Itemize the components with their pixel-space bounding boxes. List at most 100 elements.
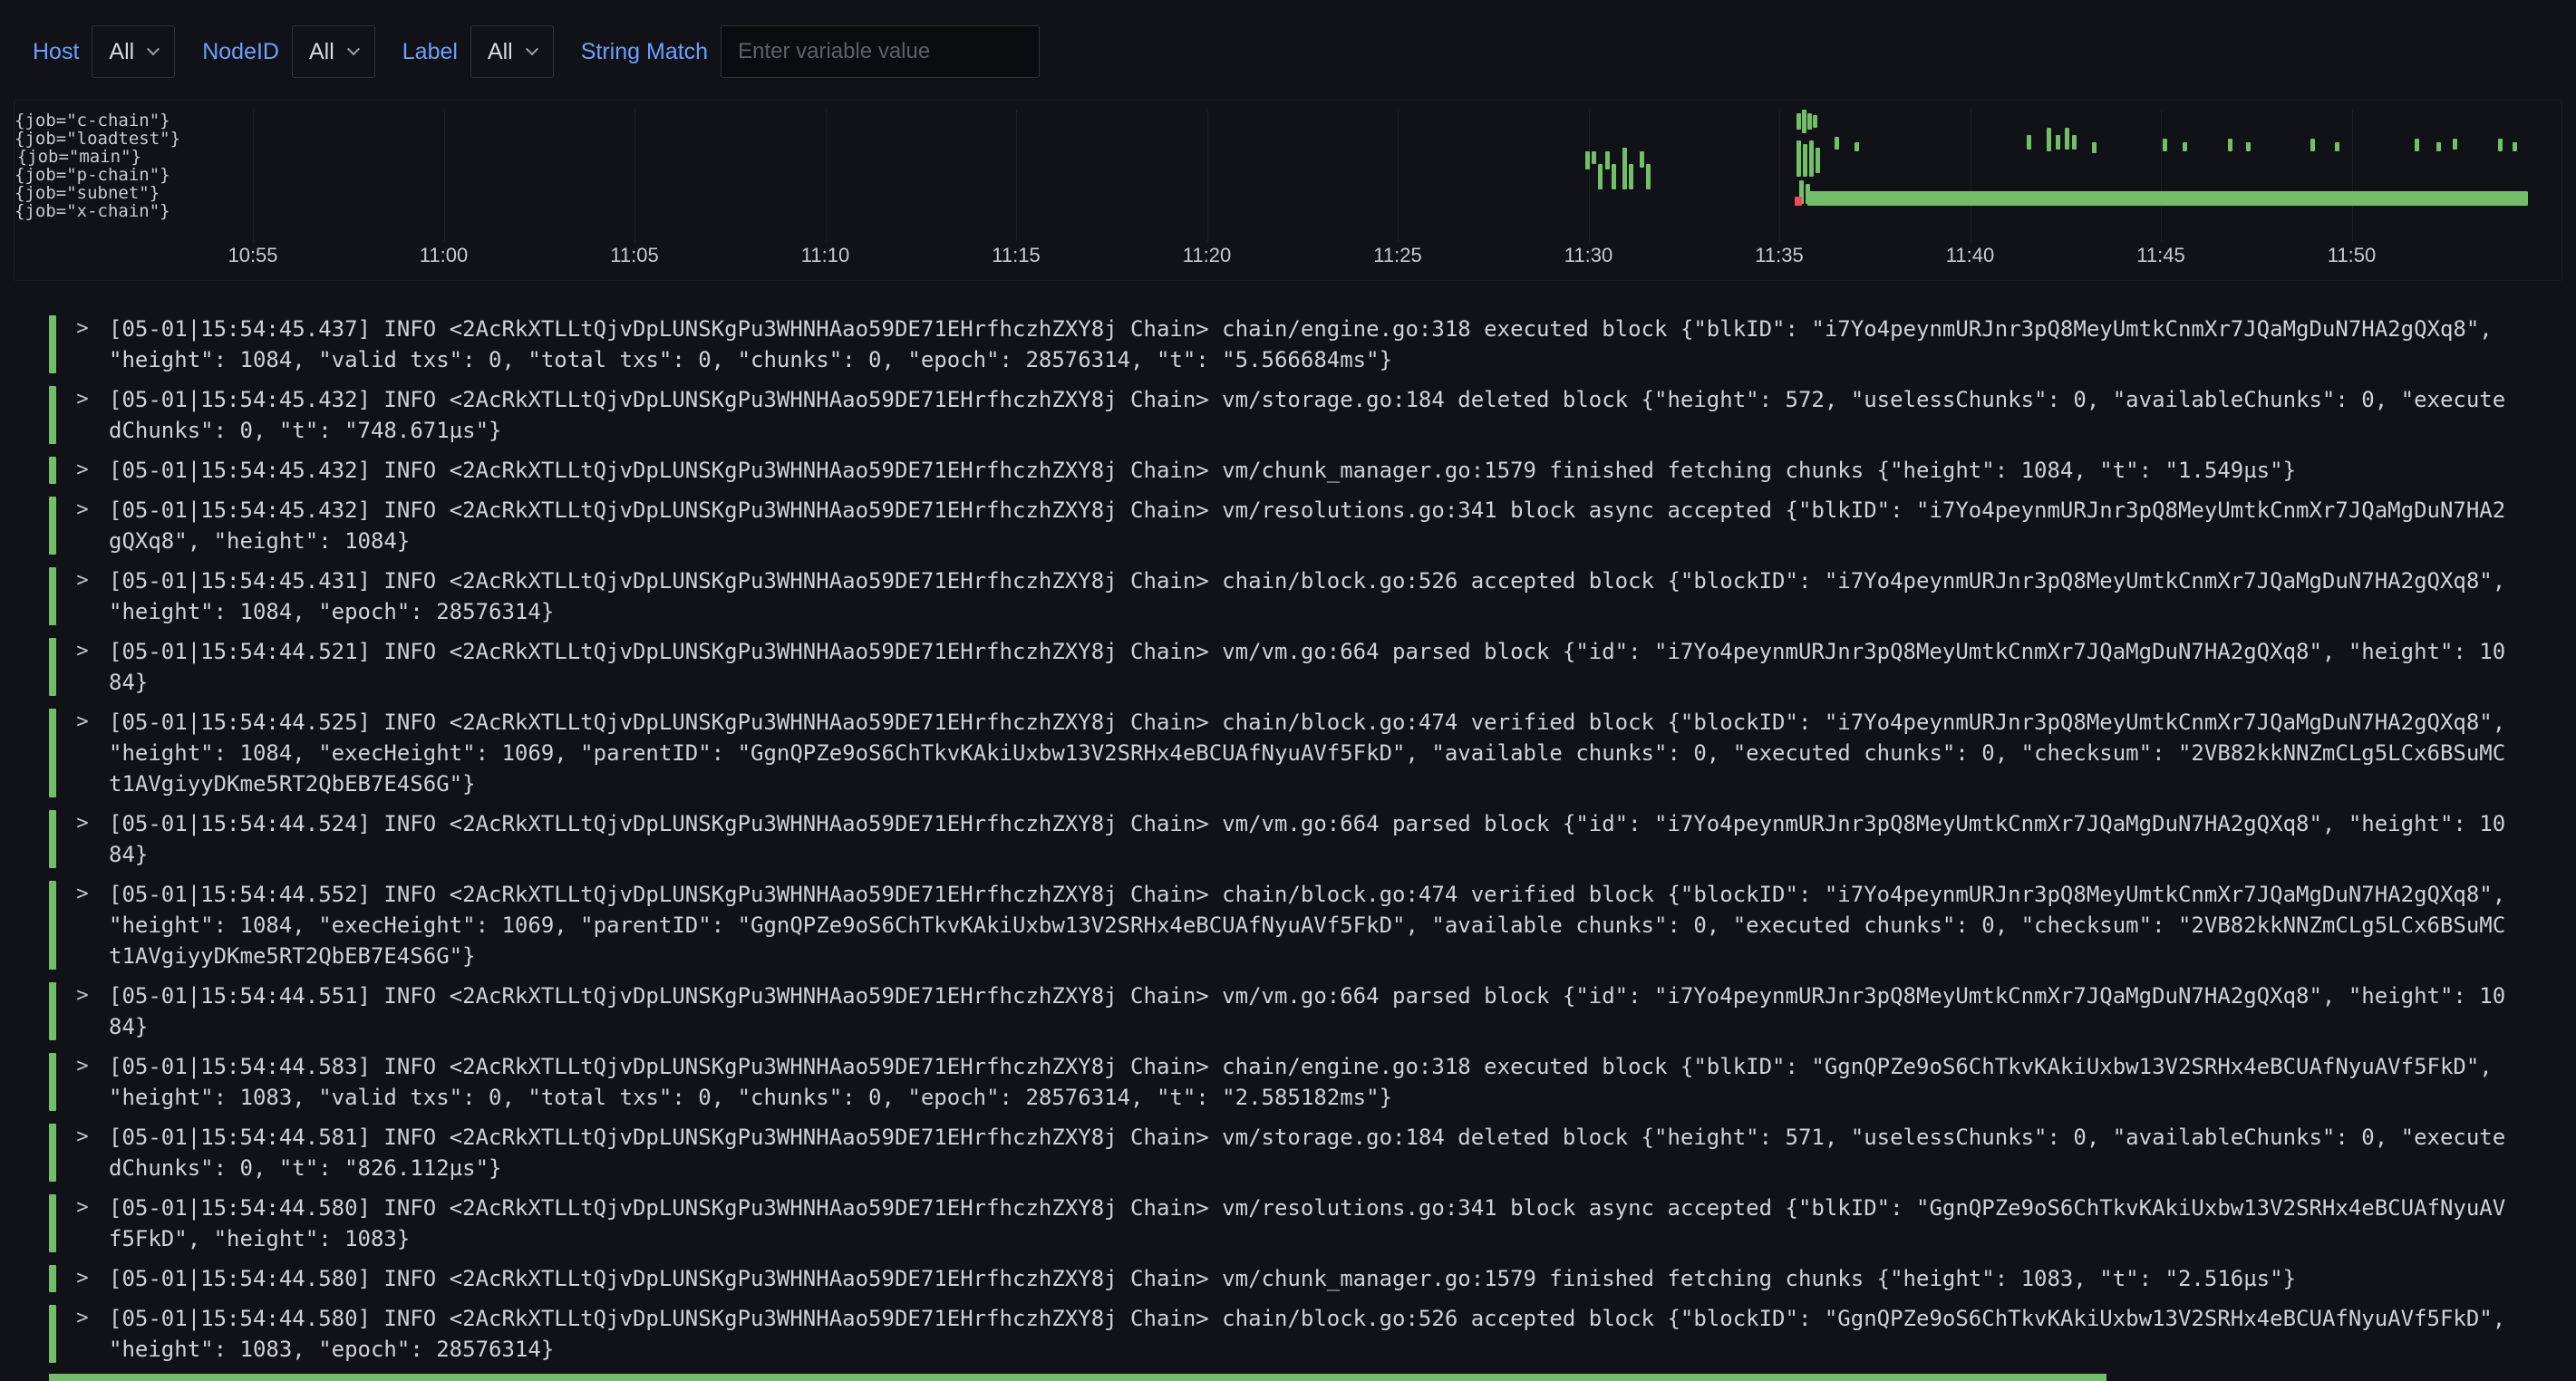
log-level-indicator	[49, 1194, 56, 1252]
log-row[interactable]: > [05-01|15:54:44.525] INFO <2AcRkXTLLtQ…	[49, 707, 2543, 799]
x-axis-tick-label: 11:15	[992, 244, 1040, 267]
expand-chevron-icon[interactable]: >	[56, 1303, 109, 1365]
log-row[interactable]: > [05-01|15:54:45.432] INFO <2AcRkXTLLtQ…	[49, 384, 2543, 446]
expand-chevron-icon[interactable]: >	[56, 707, 109, 799]
label-filter-value: All	[488, 39, 513, 65]
x-axis-tick-label: 11:20	[1183, 244, 1231, 267]
x-axis-tick-label: 11:40	[1946, 244, 1994, 267]
log-line-text: [05-01|15:54:44.525] INFO <2AcRkXTLLtQjv…	[109, 707, 2511, 799]
volume-plot[interactable]: 10:5511:0011:0511:1011:1511:2011:2511:30…	[150, 110, 2552, 237]
filter-group-host: Host All	[33, 25, 175, 78]
log-row[interactable]: > [05-01|15:54:44.580] INFO <2AcRkXTLLtQ…	[49, 1263, 2543, 1294]
gridline	[1207, 110, 1208, 242]
volume-bar	[1809, 140, 1814, 177]
filter-group-nodeid: NodeID All	[202, 25, 375, 78]
volume-bar	[1807, 191, 2528, 206]
expand-chevron-icon[interactable]: >	[56, 1263, 109, 1294]
host-filter-dropdown[interactable]: All	[92, 25, 175, 78]
series-label[interactable]: {job="x-chain"}	[15, 202, 141, 220]
log-level-indicator	[49, 881, 56, 970]
volume-bar	[2163, 139, 2167, 151]
series-label[interactable]: {job="subnet"}	[15, 184, 141, 202]
gridline	[444, 110, 445, 242]
series-label[interactable]: {job="p-chain"}	[15, 166, 141, 184]
log-line-text: [05-01|15:54:45.432] INFO <2AcRkXTLLtQjv…	[109, 455, 2511, 486]
expand-chevron-icon[interactable]: >	[56, 808, 109, 870]
chevron-down-icon	[526, 43, 538, 55]
label-filter-dropdown[interactable]: All	[470, 25, 554, 78]
log-line-text: [05-01|15:54:44.581] INFO <2AcRkXTLLtQjv…	[109, 1122, 2511, 1183]
log-line-text: [05-01|15:54:44.552] INFO <2AcRkXTLLtQjv…	[109, 879, 2511, 971]
log-row[interactable]: > [05-01|15:54:44.524] INFO <2AcRkXTLLtQ…	[49, 808, 2543, 870]
x-axis-tick-label: 11:45	[2136, 244, 2184, 267]
volume-bar	[2310, 139, 2315, 151]
log-level-indicator	[49, 982, 56, 1040]
variable-bar: Host All NodeID All Label All String Mat…	[0, 0, 2576, 100]
expand-chevron-icon[interactable]: >	[56, 455, 109, 486]
expand-chevron-icon[interactable]: >	[56, 314, 109, 375]
expand-chevron-icon[interactable]: >	[56, 1122, 109, 1183]
volume-bar	[2047, 128, 2051, 151]
log-line-text: [05-01|15:54:44.580] INFO <2AcRkXTLLtQjv…	[109, 1263, 2511, 1294]
log-level-indicator	[49, 457, 56, 484]
log-row[interactable]: > [05-01|15:54:44.583] INFO <2AcRkXTLLtQ…	[49, 1051, 2543, 1113]
volume-bar	[1803, 144, 1807, 177]
string-match-label: String Match	[581, 39, 708, 65]
log-row[interactable]: > [05-01|15:54:44.551] INFO <2AcRkXTLLtQ…	[49, 980, 2543, 1042]
volume-bar	[1795, 197, 1802, 206]
log-row[interactable]: > [05-01|15:54:44.580] INFO <2AcRkXTLLtQ…	[49, 1193, 2543, 1254]
volume-bar	[1807, 113, 1812, 130]
log-row[interactable]: > [05-01|15:54:44.581] INFO <2AcRkXTLLtQ…	[49, 1122, 2543, 1183]
nodeid-filter-dropdown[interactable]: All	[292, 25, 375, 78]
log-row[interactable]: > [05-01|15:54:45.437] INFO <2AcRkXTLLtQ…	[49, 314, 2543, 375]
series-labels: {job="c-chain"}{job="loadtest"}{job="mai…	[15, 111, 141, 220]
volume-bar	[2228, 139, 2232, 151]
expand-chevron-icon[interactable]: >	[56, 879, 109, 971]
volume-bar	[2498, 139, 2503, 151]
gridline	[2161, 110, 2162, 242]
log-row[interactable]: > [05-01|15:54:44.521] INFO <2AcRkXTLLtQ…	[49, 636, 2543, 698]
expand-chevron-icon[interactable]: >	[56, 1051, 109, 1113]
nodeid-filter-value: All	[309, 39, 334, 65]
log-row[interactable]: > [05-01|15:54:44.580] INFO <2AcRkXTLLtQ…	[49, 1303, 2543, 1365]
volume-bar	[1646, 164, 1651, 189]
x-axis-tick-label: 11:25	[1373, 244, 1421, 267]
volume-bar	[2513, 142, 2517, 151]
series-label[interactable]: {job="main"}	[15, 148, 141, 166]
volume-bar	[1802, 110, 1806, 133]
log-volume-panel: {job="c-chain"}{job="loadtest"}{job="mai…	[14, 100, 2562, 281]
expand-chevron-icon[interactable]: >	[56, 636, 109, 698]
expand-chevron-icon[interactable]: >	[56, 980, 109, 1042]
log-row[interactable]: > [05-01|15:54:45.431] INFO <2AcRkXTLLtQ…	[49, 565, 2543, 627]
expand-chevron-icon[interactable]: >	[56, 1193, 109, 1254]
volume-bar	[1835, 137, 1839, 150]
partial-next-panel-bar	[49, 1374, 2106, 1381]
expand-chevron-icon[interactable]: >	[56, 495, 109, 556]
volume-bar	[2183, 142, 2187, 151]
volume-bar	[2072, 135, 2077, 150]
volume-bar	[1640, 151, 1644, 168]
log-line-text: [05-01|15:54:45.437] INFO <2AcRkXTLLtQjv…	[109, 314, 2511, 375]
series-label[interactable]: {job="c-chain"}	[15, 111, 141, 130]
x-axis-tick-label: 11:30	[1564, 244, 1612, 267]
log-line-text: [05-01|15:54:44.524] INFO <2AcRkXTLLtQjv…	[109, 808, 2511, 870]
x-axis-tick-label: 11:35	[1755, 244, 1803, 267]
log-row[interactable]: > [05-01|15:54:45.432] INFO <2AcRkXTLLtQ…	[49, 495, 2543, 556]
gridline	[1779, 110, 1780, 242]
expand-chevron-icon[interactable]: >	[56, 565, 109, 627]
gridline	[2352, 110, 2353, 242]
volume-bar	[2335, 142, 2339, 151]
expand-chevron-icon[interactable]: >	[56, 384, 109, 446]
volume-bar	[1598, 164, 1603, 189]
log-line-text: [05-01|15:54:44.551] INFO <2AcRkXTLLtQjv…	[109, 980, 2511, 1042]
log-line-text: [05-01|15:54:44.521] INFO <2AcRkXTLLtQjv…	[109, 636, 2511, 698]
log-level-indicator	[49, 709, 56, 797]
series-label[interactable]: {job="loadtest"}	[15, 130, 141, 148]
string-match-input[interactable]	[721, 25, 1040, 78]
log-line-text: [05-01|15:54:44.580] INFO <2AcRkXTLLtQjv…	[109, 1193, 2511, 1254]
log-row[interactable]: > [05-01|15:54:45.432] INFO <2AcRkXTLLtQ…	[49, 455, 2543, 486]
x-axis-tick-label: 11:50	[2328, 244, 2376, 267]
volume-bar	[2415, 139, 2419, 151]
log-row[interactable]: > [05-01|15:54:44.552] INFO <2AcRkXTLLtQ…	[49, 879, 2543, 971]
gridline	[1016, 110, 1017, 242]
